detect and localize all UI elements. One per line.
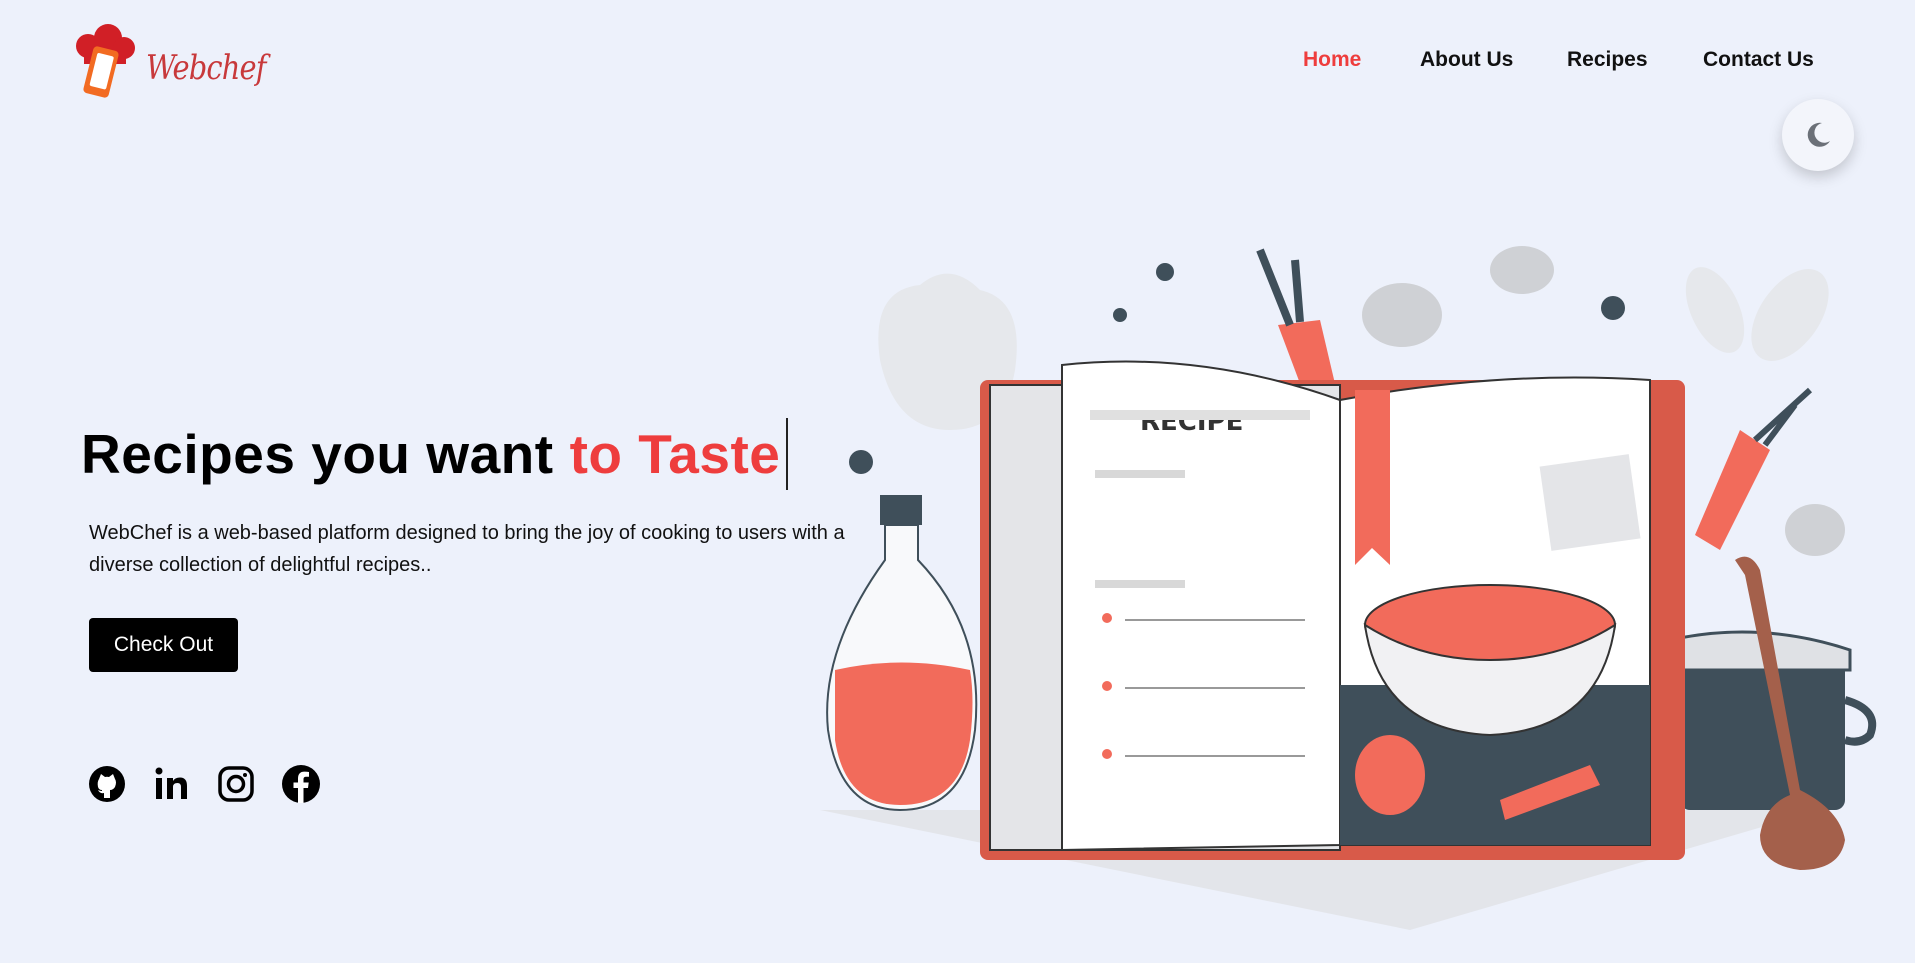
github-link[interactable] bbox=[87, 764, 127, 804]
mushroom-shape bbox=[1785, 504, 1845, 556]
decor-dot bbox=[849, 450, 873, 474]
instagram-link[interactable] bbox=[216, 764, 256, 804]
notepad-shape bbox=[1539, 454, 1641, 551]
page-line bbox=[1095, 470, 1185, 478]
facebook-link[interactable] bbox=[281, 764, 321, 804]
decor-dot bbox=[1156, 263, 1174, 281]
facebook-icon bbox=[282, 765, 320, 803]
decor-dot bbox=[1113, 308, 1127, 322]
bookmark-ribbon bbox=[1355, 390, 1390, 565]
carrot-leaves bbox=[1256, 248, 1304, 327]
bullet-dot bbox=[1102, 681, 1112, 691]
carrot-leaves bbox=[1752, 387, 1813, 447]
pot-handle bbox=[1843, 696, 1877, 746]
nav-item-home[interactable]: Home bbox=[1303, 48, 1361, 72]
theme-toggle-button[interactable] bbox=[1782, 99, 1854, 171]
page-line bbox=[1090, 410, 1310, 420]
linkedin-link[interactable] bbox=[152, 764, 192, 804]
linkedin-icon bbox=[155, 767, 187, 799]
bottle-cap bbox=[880, 495, 922, 525]
main-nav: Home About Us Recipes Contact Us bbox=[0, 48, 1915, 78]
pot-shape bbox=[1680, 650, 1845, 810]
leaf-shape bbox=[1751, 269, 1829, 361]
hero-description: WebChef is a web-based platform designed… bbox=[89, 522, 845, 576]
hero-headline: Recipes you want to Taste bbox=[81, 418, 789, 490]
page-line bbox=[1095, 580, 1185, 588]
recipe-book-illustration: RECIPE bbox=[820, 246, 1877, 930]
nav-item-recipes[interactable]: Recipes bbox=[1567, 48, 1648, 72]
headline-accent: to Taste bbox=[569, 423, 781, 485]
nav-item-contact-us[interactable]: Contact Us bbox=[1703, 48, 1814, 72]
carrot-shape bbox=[1695, 430, 1770, 550]
bullet-dot bbox=[1102, 749, 1112, 759]
moon-icon bbox=[1807, 122, 1830, 147]
github-icon bbox=[89, 766, 125, 802]
bullet-dot bbox=[1102, 613, 1112, 623]
leaf-shape bbox=[1685, 267, 1745, 353]
mushroom-shape bbox=[1490, 246, 1554, 294]
nav-item-about-us[interactable]: About Us bbox=[1420, 48, 1513, 72]
headline-main: Recipes you want bbox=[81, 423, 554, 485]
mushroom-shape bbox=[1362, 283, 1442, 347]
bottle-oil bbox=[835, 662, 973, 805]
typing-caret bbox=[786, 418, 789, 490]
check-out-button[interactable]: Check Out bbox=[89, 618, 238, 672]
instagram-icon bbox=[218, 766, 254, 802]
pepper-slice bbox=[1355, 735, 1425, 815]
decor-dot bbox=[1601, 296, 1625, 320]
